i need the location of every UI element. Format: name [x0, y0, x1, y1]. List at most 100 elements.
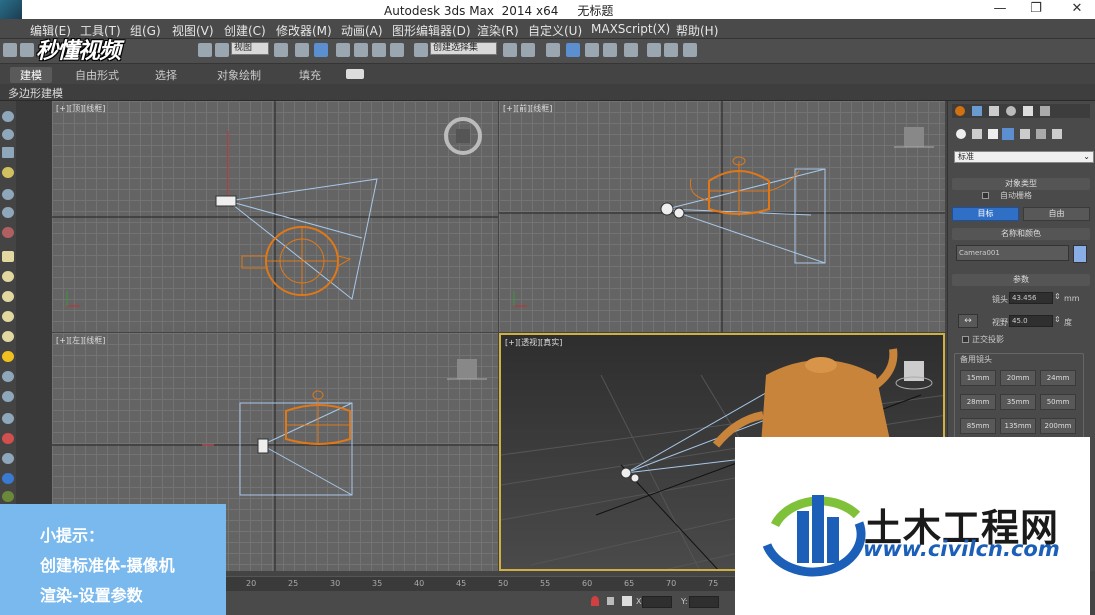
ribbon-options-icon[interactable]	[346, 69, 364, 79]
tool-icon[interactable]	[2, 413, 14, 424]
menu-create[interactable]: 创建(C)	[224, 22, 266, 39]
tab-modeling[interactable]: 建模	[10, 67, 52, 83]
material-editor-icon[interactable]	[624, 43, 638, 57]
object-color-swatch[interactable]	[1073, 245, 1087, 263]
polygon-modeling-label[interactable]: 多边形建模	[8, 85, 63, 101]
tool-icon[interactable]	[2, 147, 14, 158]
modify-tab-icon[interactable]	[972, 106, 982, 116]
motion-tab-icon[interactable]	[1006, 106, 1016, 116]
mirror-icon[interactable]	[503, 43, 517, 57]
auto-grid-checkbox[interactable]	[982, 192, 989, 199]
free-camera-button[interactable]: 自由	[1023, 207, 1090, 221]
viewport-label[interactable]: [+][左][线框]	[56, 335, 105, 346]
tool-icon[interactable]	[2, 491, 14, 502]
cameras-icon[interactable]	[1002, 128, 1014, 140]
unlink-icon[interactable]	[20, 43, 34, 57]
light-tool-icon[interactable]	[2, 167, 14, 178]
utilities-tab-icon[interactable]	[1040, 106, 1050, 116]
menu-modifiers[interactable]: 修改器(M)	[276, 22, 332, 39]
globe-icon[interactable]	[2, 473, 14, 484]
angle-snap-icon[interactable]	[354, 43, 368, 57]
tool-icon[interactable]	[2, 433, 14, 444]
display-tab-icon[interactable]	[1023, 106, 1033, 116]
lens-15mm-button[interactable]: 15mm	[960, 370, 996, 386]
tool-icon[interactable]	[2, 189, 14, 200]
helpers-icon[interactable]	[1020, 129, 1030, 139]
select-icon[interactable]	[198, 43, 212, 57]
lens-85mm-button[interactable]: 85mm	[960, 418, 996, 434]
lights-icon[interactable]	[988, 129, 998, 139]
spinner-snap-icon[interactable]	[390, 43, 404, 57]
orthographic-checkbox[interactable]	[962, 336, 969, 343]
lock-icon[interactable]	[607, 597, 614, 605]
menu-rendering[interactable]: 渲染(R)	[477, 22, 519, 39]
snap-icon[interactable]	[336, 43, 350, 57]
select-manipulate-icon[interactable]	[314, 43, 328, 57]
tube-icon[interactable]	[2, 391, 14, 402]
spinner-icon[interactable]: ⇕	[1054, 315, 1061, 324]
shapes-icon[interactable]	[972, 129, 982, 139]
move-icon[interactable]	[295, 43, 309, 57]
menu-animation[interactable]: 动画(A)	[341, 22, 383, 39]
geometry-icon[interactable]	[956, 129, 966, 139]
named-selection-dropdown[interactable]: 创建选择集	[430, 42, 497, 55]
torus-icon[interactable]	[2, 311, 14, 322]
rendered-frame-icon[interactable]	[664, 43, 678, 57]
lens-20mm-button[interactable]: 20mm	[1000, 370, 1036, 386]
menu-customize[interactable]: 自定义(U)	[528, 22, 582, 39]
app-icon[interactable]	[0, 0, 22, 19]
lens-50mm-button[interactable]: 50mm	[1040, 394, 1076, 410]
link-icon[interactable]	[3, 43, 17, 57]
y-coordinate-input[interactable]	[689, 596, 719, 608]
lens-24mm-button[interactable]: 24mm	[1040, 370, 1076, 386]
pin-icon[interactable]	[591, 596, 599, 606]
box-icon[interactable]	[2, 251, 14, 262]
object-type-rollout[interactable]: 对象类型	[952, 178, 1090, 190]
fov-input[interactable]: 45.0	[1009, 315, 1053, 327]
menu-maxscript[interactable]: MAXScript(X)	[591, 22, 670, 36]
lens-135mm-button[interactable]: 135mm	[1000, 418, 1036, 434]
spinner-icon[interactable]: ⇕	[1054, 292, 1061, 301]
systems-icon[interactable]	[1052, 129, 1062, 139]
timeline[interactable]: 20 25 30 35 40 45 50 55 60 65 70 75	[226, 576, 746, 591]
geosphere-icon[interactable]	[2, 371, 14, 382]
render-setup-icon[interactable]	[647, 43, 661, 57]
close-button[interactable]: ✕	[1055, 0, 1095, 19]
schematic-view-icon[interactable]	[603, 43, 617, 57]
absolute-mode-icon[interactable]	[622, 596, 632, 606]
menu-graph-editors[interactable]: 图形编辑器(D)	[392, 22, 471, 39]
object-name-input[interactable]: Camera001	[956, 245, 1069, 261]
tab-object-paint[interactable]: 对象绘制	[217, 67, 261, 83]
fov-direction-icon[interactable]: ↔	[958, 314, 978, 328]
name-color-rollout[interactable]: 名称和颜色	[952, 228, 1090, 240]
pivot-icon[interactable]	[274, 43, 288, 57]
layer-icon[interactable]	[546, 43, 560, 57]
render-production-icon[interactable]	[683, 43, 697, 57]
edit-named-selection-icon[interactable]	[414, 43, 428, 57]
tool-icon[interactable]	[2, 453, 14, 464]
space-warps-icon[interactable]	[1036, 129, 1046, 139]
create-tab-icon[interactable]	[955, 106, 965, 116]
curve-editor-icon[interactable]	[585, 43, 599, 57]
viewport-label[interactable]: [+][顶][线框]	[56, 103, 105, 114]
parameters-rollout[interactable]: 参数	[952, 274, 1090, 286]
sun-icon[interactable]	[2, 351, 14, 362]
tab-freeform[interactable]: 自由形式	[75, 67, 119, 83]
reference-coordinate-dropdown[interactable]: 视图	[231, 42, 269, 55]
lens-28mm-button[interactable]: 28mm	[960, 394, 996, 410]
percent-snap-icon[interactable]	[372, 43, 386, 57]
menu-group[interactable]: 组(G)	[130, 22, 161, 39]
select-region-icon[interactable]	[215, 43, 229, 57]
viewport-top[interactable]: [+][顶][线框]	[52, 101, 498, 332]
sphere-icon[interactable]	[2, 271, 14, 282]
lens-200mm-button[interactable]: 200mm	[1040, 418, 1076, 434]
cone-icon[interactable]	[2, 331, 14, 342]
tool-icon[interactable]	[2, 207, 14, 218]
lens-35mm-button[interactable]: 35mm	[1000, 394, 1036, 410]
tab-selection[interactable]: 选择	[155, 67, 177, 83]
viewport-label[interactable]: [+][前][线框]	[503, 103, 552, 114]
tool-icon[interactable]	[2, 111, 14, 122]
category-dropdown[interactable]: 标准 ⌄	[954, 151, 1094, 163]
tool-icon[interactable]	[2, 129, 14, 140]
menu-views[interactable]: 视图(V)	[172, 22, 214, 39]
